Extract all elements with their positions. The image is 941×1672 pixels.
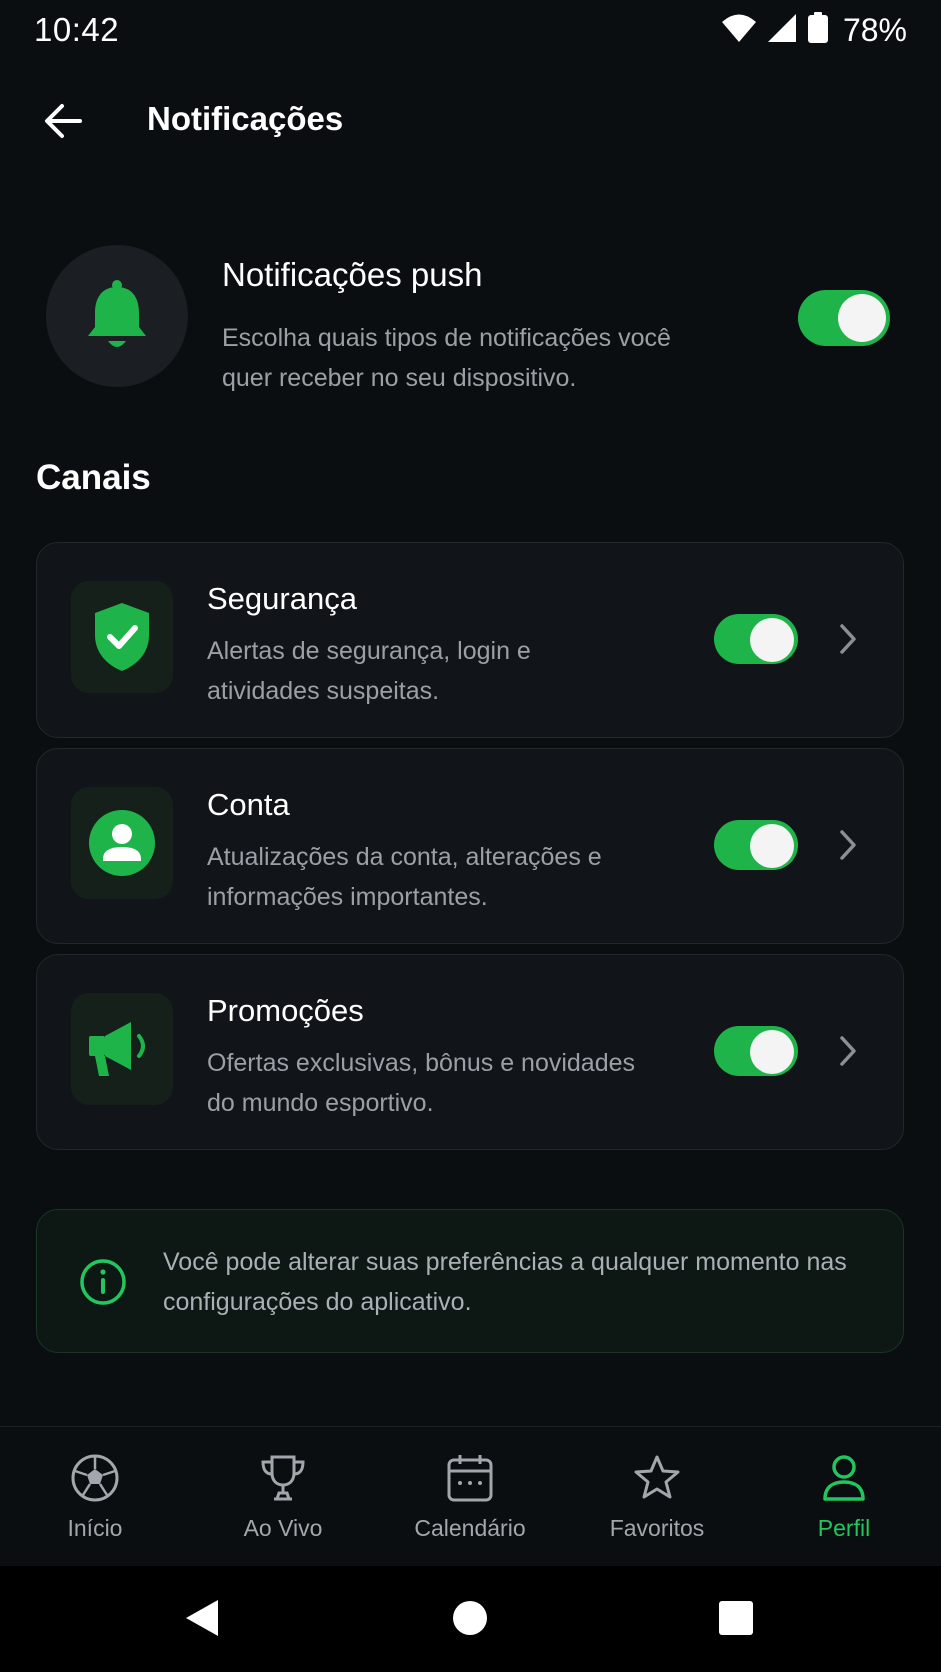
push-title: Notificações push <box>222 256 483 293</box>
calendar-icon <box>447 1455 493 1502</box>
nav-label: Início <box>67 1515 123 1541</box>
channel-description: Alertas de segurança, login e atividades… <box>207 637 531 705</box>
page-title: Notificações <box>147 100 344 137</box>
chevron-right-icon[interactable] <box>833 1031 863 1071</box>
shield-check-icon <box>95 603 149 671</box>
soccer-ball-icon <box>71 1454 119 1502</box>
toggle-knob <box>838 294 886 342</box>
channel-description: Atualizações da conta, alterações e info… <box>207 843 602 911</box>
channel-toggle-promotions[interactable] <box>714 1026 798 1076</box>
user-circle-icon <box>89 810 155 876</box>
back-button[interactable] <box>40 98 86 144</box>
top-app-bar: Notificações <box>0 80 941 160</box>
toggle-knob <box>750 1030 794 1074</box>
star-icon <box>634 1455 680 1499</box>
info-text: Você pode alterar suas preferências a qu… <box>163 1248 847 1316</box>
system-home-button[interactable] <box>448 1596 492 1640</box>
channel-card-security[interactable]: Segurança Alertas de segurança, login e … <box>36 542 904 738</box>
channel-icon-container <box>71 993 173 1105</box>
nav-item-calendar[interactable]: Calendário <box>395 1449 545 1559</box>
battery-percentage: 78% <box>842 11 907 48</box>
arrow-left-icon <box>45 104 82 138</box>
channel-title: Conta <box>207 787 290 822</box>
info-icon <box>80 1259 126 1305</box>
nav-label: Ao Vivo <box>243 1515 323 1541</box>
signal-icon <box>767 13 797 48</box>
square-recents-icon <box>719 1601 753 1635</box>
nav-item-live[interactable]: Ao Vivo <box>208 1449 358 1559</box>
wifi-icon <box>721 13 757 48</box>
channel-toggle-account[interactable] <box>714 820 798 870</box>
section-title-channels: Canais <box>36 458 151 497</box>
chevron-right-icon[interactable] <box>833 825 863 865</box>
bottom-navigation: Início Ao Vivo Calendário Favoritos Perf… <box>0 1426 941 1566</box>
chevron-right-icon[interactable] <box>833 619 863 659</box>
megaphone-icon <box>89 1022 145 1076</box>
status-bar: 10:42 78% <box>0 0 941 60</box>
channel-description: Ofertas exclusivas, bônus e novidades do… <box>207 1049 636 1117</box>
system-navigation-bar <box>0 1566 941 1672</box>
nav-label: Calendário <box>414 1515 526 1541</box>
nav-label: Perfil <box>817 1515 871 1541</box>
push-toggle[interactable] <box>798 290 890 346</box>
info-box: Você pode alterar suas preferências a qu… <box>36 1209 904 1353</box>
nav-item-home[interactable]: Início <box>20 1449 170 1559</box>
toggle-knob <box>750 618 794 662</box>
push-description: Escolha quais tipos de notificações você… <box>222 324 671 392</box>
nav-label: Favoritos <box>609 1515 705 1541</box>
push-notifications-row: Notificações push Escolha quais tipos de… <box>0 240 941 400</box>
nav-item-profile[interactable]: Perfil <box>769 1449 919 1559</box>
nav-item-favorites[interactable]: Favoritos <box>582 1449 732 1559</box>
toggle-knob <box>750 824 794 868</box>
status-time: 10:42 <box>34 11 120 48</box>
channel-icon-container <box>71 787 173 899</box>
channel-title: Promoções <box>207 993 364 1028</box>
bell-icon <box>88 280 146 347</box>
channel-card-account[interactable]: Conta Atualizações da conta, alterações … <box>36 748 904 944</box>
push-icon-container <box>46 245 188 387</box>
circle-home-icon <box>453 1601 487 1635</box>
system-recents-button[interactable] <box>714 1596 758 1640</box>
battery-icon <box>807 11 829 49</box>
channel-card-promotions[interactable]: Promoções Ofertas exclusivas, bônus e no… <box>36 954 904 1150</box>
status-icons: 78% <box>721 11 907 49</box>
system-back-button[interactable] <box>180 1596 224 1640</box>
user-icon <box>823 1455 865 1501</box>
channel-title: Segurança <box>207 581 357 616</box>
channel-toggle-security[interactable] <box>714 614 798 664</box>
triangle-back-icon <box>186 1600 218 1636</box>
channel-icon-container <box>71 581 173 693</box>
trophy-icon <box>261 1455 305 1501</box>
